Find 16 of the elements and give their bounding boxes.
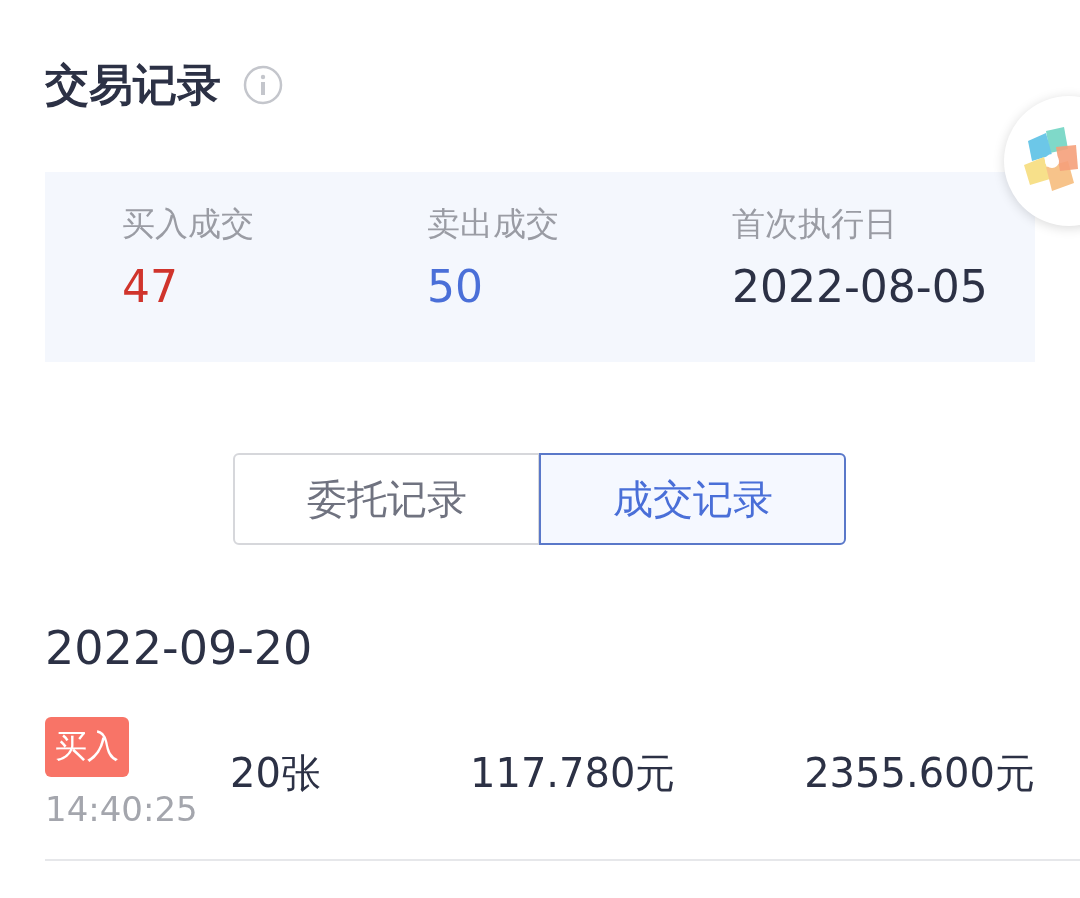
info-icon[interactable] (243, 65, 283, 105)
trade-quantity: 20张 (230, 748, 322, 798)
trade-side-badge: 买入 (45, 717, 129, 777)
tab[interactable]: 委托记录 (233, 453, 540, 545)
summary-value: 47 (122, 261, 179, 312)
date-heading: 2022-09-20 (45, 621, 314, 675)
trade-time: 14:40:25 (45, 789, 198, 829)
summary-label: 首次执行日 (732, 203, 898, 245)
page-title: 交易记录 (45, 57, 221, 112)
trade-amount: 2355.600元 (804, 748, 1035, 798)
summary-value: 2022-08-05 (732, 261, 989, 312)
trade-price: 117.780元 (470, 748, 677, 798)
tab[interactable]: 成交记录 (539, 453, 846, 545)
summary-label: 卖出成交 (427, 203, 560, 245)
summary-value: 50 (427, 261, 484, 312)
summary-label: 买入成交 (122, 203, 255, 245)
